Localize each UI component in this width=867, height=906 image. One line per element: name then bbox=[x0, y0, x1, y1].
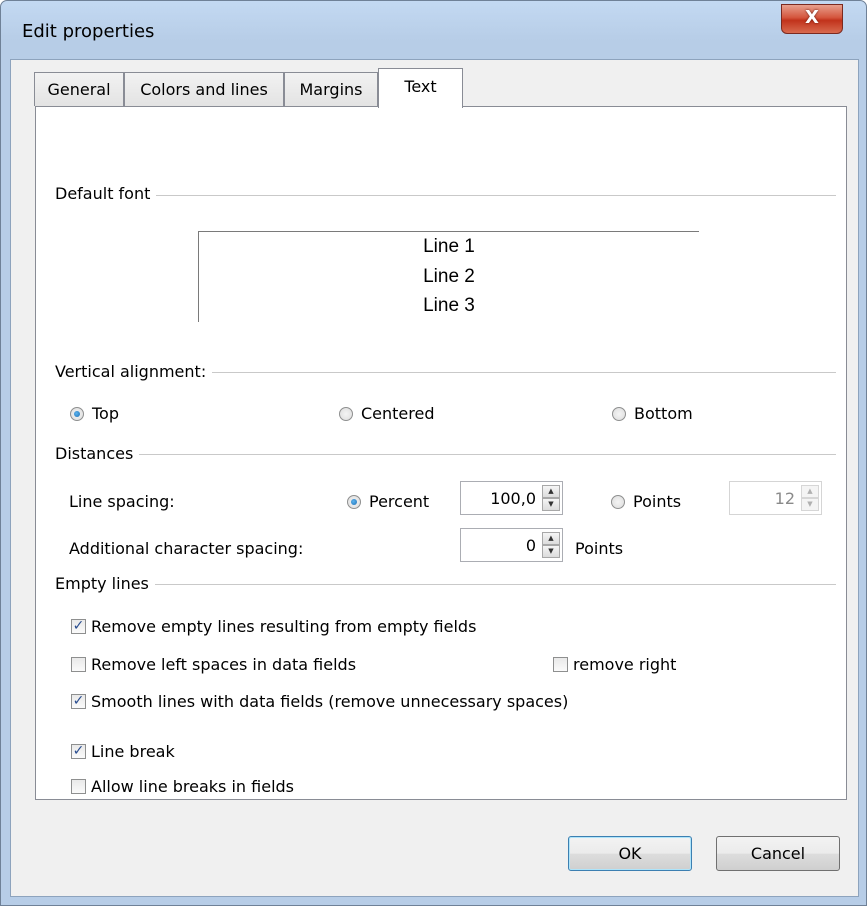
radio-points[interactable]: Points bbox=[611, 492, 681, 511]
remove-left-spaces-label: Remove left spaces in data fields bbox=[91, 655, 357, 674]
default-font-divider bbox=[56, 195, 836, 196]
unchecked-box-icon[interactable] bbox=[71, 657, 86, 672]
dialog-client-area: General Colors and lines Margins Text De… bbox=[10, 59, 859, 897]
checkmark-icon[interactable]: ✓ bbox=[71, 694, 86, 709]
remove-right-label: remove right bbox=[573, 655, 677, 674]
empty-lines-divider bbox=[56, 584, 836, 585]
char-spacing-down-arrow-icon[interactable]: ▼ bbox=[542, 545, 560, 558]
checkmark-icon[interactable]: ✓ bbox=[71, 619, 86, 634]
smooth-lines-label: Smooth lines with data fields (remove un… bbox=[91, 692, 569, 711]
char-spacing-value: 0 bbox=[525, 536, 536, 555]
radio-centered[interactable]: Centered bbox=[339, 404, 435, 423]
tab-margins[interactable]: Margins bbox=[284, 72, 378, 106]
unchecked-box-icon[interactable] bbox=[71, 779, 86, 794]
close-icon: X bbox=[805, 7, 819, 28]
radio-points-indicator[interactable] bbox=[611, 494, 625, 509]
tab-panel-text: Default font Line 1 Line 2 Line 3 Vertic… bbox=[35, 106, 847, 800]
char-spacing-up-arrow-icon[interactable]: ▲ bbox=[542, 532, 560, 545]
close-button[interactable]: X bbox=[781, 4, 843, 34]
preview-line-2: Line 2 bbox=[423, 266, 475, 287]
line-spacing-label: Line spacing: bbox=[69, 492, 175, 511]
allow-line-breaks-label: Allow line breaks in fields bbox=[91, 777, 295, 796]
radio-top-indicator[interactable] bbox=[70, 406, 84, 421]
cancel-button[interactable]: Cancel bbox=[716, 836, 840, 871]
smooth-lines-checkbox[interactable]: ✓ Smooth lines with data fields (remove … bbox=[71, 692, 568, 711]
remove-left-spaces-checkbox[interactable]: Remove left spaces in data fields bbox=[71, 655, 356, 674]
radio-percent-indicator[interactable] bbox=[347, 494, 361, 509]
radio-top[interactable]: Top bbox=[70, 404, 119, 423]
char-spacing-label: Additional character spacing: bbox=[69, 539, 304, 558]
line-break-label: Line break bbox=[91, 742, 175, 761]
dialog-window: Edit properties X General Colors and lin… bbox=[0, 0, 867, 906]
remove-right-checkbox[interactable]: remove right bbox=[553, 655, 676, 674]
percent-spinner[interactable]: 100,0 ▲ ▼ bbox=[460, 481, 563, 515]
radio-bottom[interactable]: Bottom bbox=[612, 404, 693, 423]
radio-percent-label: Percent bbox=[369, 492, 430, 511]
radio-centered-indicator[interactable] bbox=[339, 406, 353, 421]
unchecked-box-icon[interactable] bbox=[553, 657, 568, 672]
tab-general[interactable]: General bbox=[34, 72, 124, 106]
radio-bottom-label: Bottom bbox=[634, 404, 693, 423]
radio-percent[interactable]: Percent bbox=[347, 492, 429, 511]
title-bar[interactable]: Edit properties X bbox=[1, 1, 866, 59]
points-value: 12 bbox=[774, 489, 795, 508]
char-spacing-unit: Points bbox=[575, 539, 624, 558]
empty-lines-label: Empty lines bbox=[55, 574, 155, 593]
points-down-arrow-icon[interactable]: ▼ bbox=[801, 498, 819, 511]
distances-divider bbox=[56, 454, 836, 455]
vertical-alignment-label: Vertical alignment: bbox=[55, 362, 213, 381]
allow-line-breaks-checkbox[interactable]: Allow line breaks in fields bbox=[71, 777, 294, 796]
radio-bottom-indicator[interactable] bbox=[612, 406, 626, 421]
char-spacing-spinner[interactable]: 0 ▲ ▼ bbox=[460, 528, 563, 562]
radio-top-label: Top bbox=[92, 404, 119, 423]
tab-colors-and-lines[interactable]: Colors and lines bbox=[124, 72, 284, 106]
font-preview-box[interactable]: Line 1 Line 2 Line 3 bbox=[198, 231, 699, 322]
line-break-checkbox[interactable]: ✓ Line break bbox=[71, 742, 175, 761]
percent-down-arrow-icon[interactable]: ▼ bbox=[542, 498, 560, 511]
checkmark-icon[interactable]: ✓ bbox=[71, 744, 86, 759]
default-font-label: Default font bbox=[55, 184, 157, 203]
points-spinner[interactable]: 12 ▲ ▼ bbox=[729, 481, 822, 515]
tab-text[interactable]: Text bbox=[378, 68, 463, 108]
remove-empty-lines-label: Remove empty lines resulting from empty … bbox=[91, 617, 477, 636]
distances-label: Distances bbox=[55, 444, 140, 463]
dialog-title: Edit properties bbox=[22, 21, 155, 42]
percent-value: 100,0 bbox=[490, 489, 536, 508]
percent-up-arrow-icon[interactable]: ▲ bbox=[542, 485, 560, 498]
remove-empty-lines-checkbox[interactable]: ✓ Remove empty lines resulting from empt… bbox=[71, 617, 476, 636]
ok-button[interactable]: OK bbox=[568, 836, 692, 871]
points-up-arrow-icon[interactable]: ▲ bbox=[801, 485, 819, 498]
preview-line-1: Line 1 bbox=[423, 236, 475, 257]
preview-line-3: Line 3 bbox=[423, 295, 475, 316]
radio-centered-label: Centered bbox=[361, 404, 435, 423]
radio-points-label: Points bbox=[633, 492, 682, 511]
